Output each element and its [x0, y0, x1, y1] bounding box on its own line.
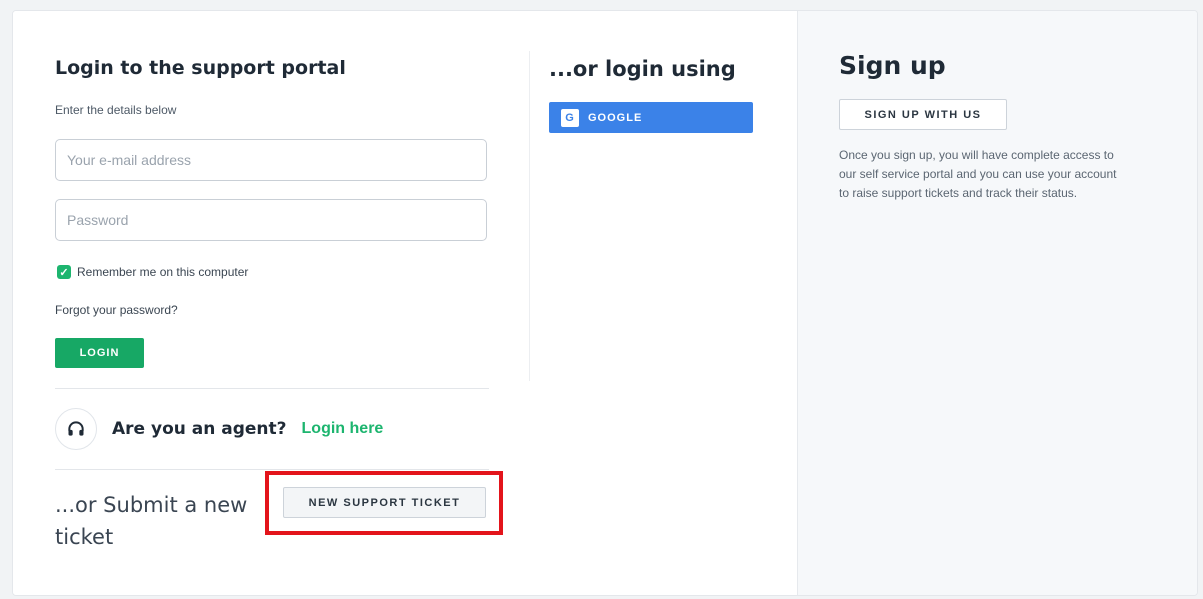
headset-icon	[55, 408, 97, 450]
email-input[interactable]	[55, 139, 487, 181]
agent-login-link[interactable]: Login here	[302, 420, 384, 438]
submit-ticket-text: ...or Submit a new ticket	[55, 493, 248, 549]
signup-description: Once you sign up, you will have complete…	[839, 148, 1117, 200]
signup-panel: Sign up SIGN UP WITH US Once you sign up…	[797, 11, 1197, 595]
remember-me: ✓ Remember me on this computer	[57, 265, 248, 279]
new-support-ticket-button[interactable]: NEW SUPPORT TICKET	[283, 487, 486, 518]
social-login-title: ...or login using	[549, 57, 736, 81]
remember-checkbox[interactable]: ✓	[57, 265, 71, 279]
login-button[interactable]: LOGIN	[55, 338, 144, 368]
login-title: Login to the support portal	[55, 57, 346, 79]
signup-title: Sign up	[839, 51, 946, 80]
google-icon: G	[561, 108, 579, 127]
divider	[55, 469, 489, 470]
google-login-button[interactable]: G GOOGLE	[549, 102, 753, 133]
login-panel: Login to the support portal Enter the de…	[13, 11, 797, 595]
remember-label: Remember me on this computer	[77, 265, 249, 279]
forgot-password-link[interactable]: Forgot your password?	[55, 303, 178, 317]
google-button-label: GOOGLE	[588, 111, 643, 124]
agent-row: Are you an agent? Login here	[55, 408, 383, 450]
sign-up-button[interactable]: SIGN UP WITH US	[839, 99, 1007, 130]
column-divider	[529, 51, 530, 381]
divider	[55, 388, 489, 389]
login-hint: Enter the details below	[55, 103, 177, 117]
portal-frame: Login to the support portal Enter the de…	[12, 10, 1198, 596]
agent-question: Are you an agent?	[112, 419, 287, 439]
password-input[interactable]	[55, 199, 487, 241]
